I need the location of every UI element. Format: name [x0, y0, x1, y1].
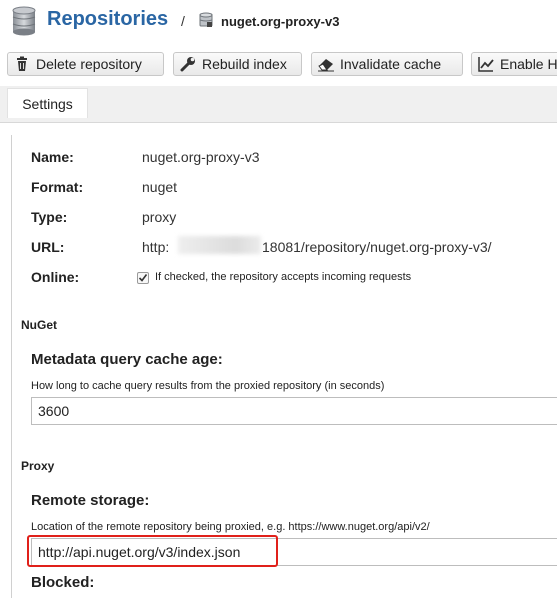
- rebuild-index-label: Rebuild index: [202, 56, 287, 72]
- online-help-text: If checked, the repository accepts incom…: [155, 271, 412, 283]
- invalidate-cache-label: Invalidate cache: [340, 56, 442, 72]
- database-icon: [11, 6, 37, 36]
- name-label: Name:: [31, 149, 74, 165]
- name-value: nuget.org-proxy-v3: [142, 149, 260, 165]
- format-label: Format:: [31, 179, 84, 195]
- enable-button[interactable]: Enable H: [471, 52, 557, 76]
- page-title[interactable]: Repositories: [47, 8, 168, 31]
- chart-icon: [478, 56, 494, 72]
- tab-settings[interactable]: Settings: [7, 88, 88, 118]
- enable-label: Enable H: [500, 56, 557, 72]
- format-value: nuget: [142, 179, 178, 195]
- online-label: Online:: [31, 269, 80, 285]
- type-value: proxy: [142, 209, 177, 225]
- proxy-section-title: Proxy: [21, 459, 55, 473]
- nuget-section-title: NuGet: [21, 318, 57, 332]
- cache-age-input[interactable]: 3600: [31, 397, 557, 425]
- wrench-icon: [180, 56, 196, 72]
- online-checkbox[interactable]: [137, 272, 149, 284]
- delete-repository-label: Delete repository: [36, 56, 142, 72]
- delete-repository-button[interactable]: Delete repository: [7, 52, 164, 76]
- breadcrumb-separator: /: [181, 13, 185, 29]
- repository-icon: [199, 12, 213, 28]
- eraser-icon: [318, 56, 334, 72]
- cache-age-help: How long to cache query results from the…: [31, 380, 385, 392]
- checkmark-icon: [138, 274, 148, 282]
- url-prefix: http:: [142, 239, 170, 255]
- redacted-host: [178, 236, 261, 254]
- url-suffix[interactable]: 18081/repository/nuget.org-proxy-v3/: [262, 239, 492, 255]
- invalidate-cache-button[interactable]: Invalidate cache: [311, 52, 463, 76]
- type-label: Type:: [31, 209, 68, 225]
- trash-icon: [14, 56, 30, 72]
- blocked-label: Blocked:: [31, 574, 95, 591]
- rebuild-index-button[interactable]: Rebuild index: [173, 52, 302, 76]
- remote-storage-label: Remote storage:: [31, 492, 150, 509]
- highlight-box: [27, 535, 278, 567]
- remote-storage-help: Location of the remote repository being …: [31, 521, 430, 533]
- cache-age-label: Metadata query cache age:: [31, 351, 223, 368]
- panel-border: [11, 135, 12, 598]
- breadcrumb-repository-name: nuget.org-proxy-v3: [221, 14, 340, 29]
- url-label: URL:: [31, 239, 65, 255]
